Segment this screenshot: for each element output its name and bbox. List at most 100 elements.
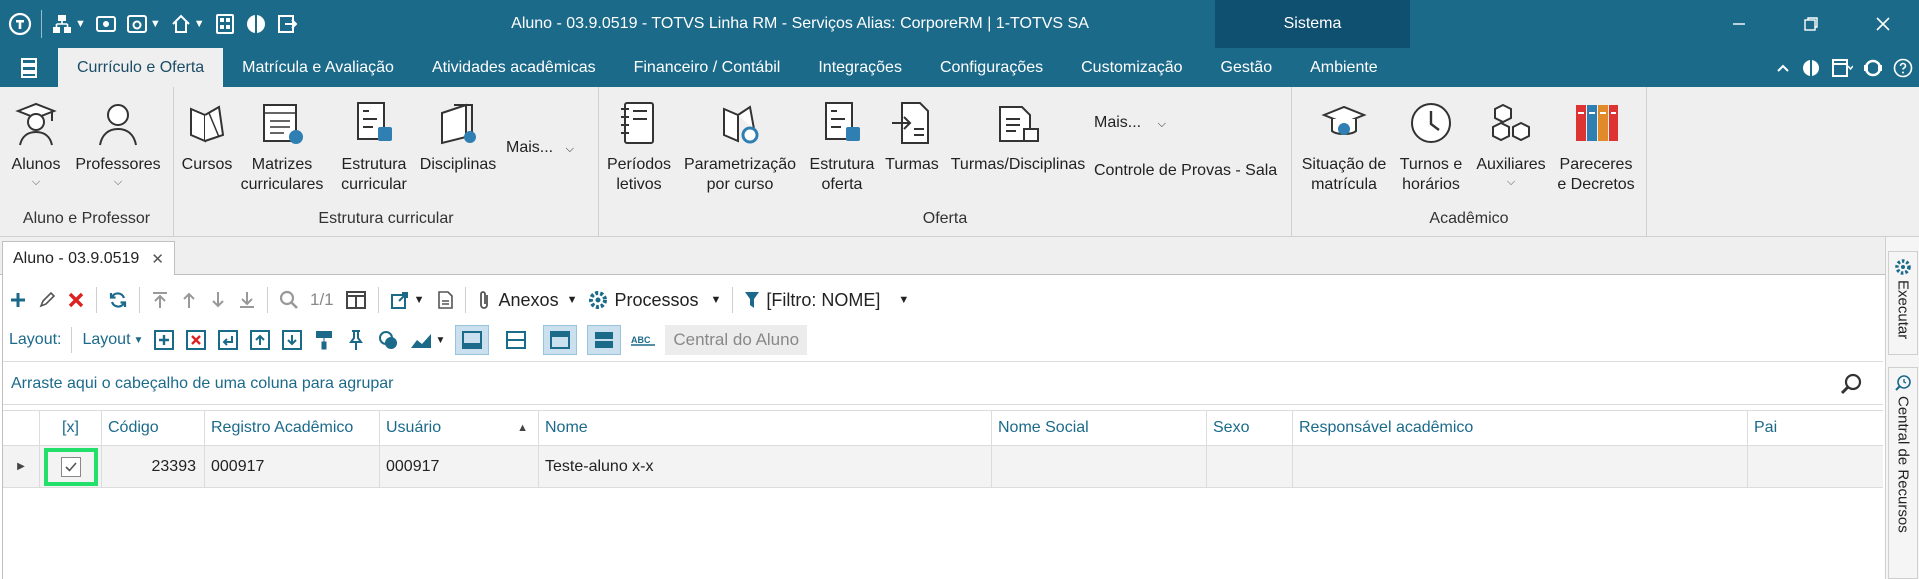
globe-icon[interactable]: [1801, 58, 1821, 78]
central-do-aluno-button[interactable]: Central do Aluno: [665, 325, 808, 355]
situacao-de-matricula-button[interactable]: Situação de matrícula: [1300, 97, 1388, 195]
tab-financeiro-contabil[interactable]: Financeiro / Contábil: [615, 48, 800, 87]
help-icon[interactable]: [1893, 58, 1913, 78]
import-layout-icon[interactable]: [281, 329, 303, 351]
first-record-icon[interactable]: [151, 290, 169, 310]
divider: [71, 327, 73, 353]
add-icon[interactable]: [9, 291, 27, 309]
previous-record-icon[interactable]: [180, 290, 198, 310]
column-header-codigo[interactable]: Código: [102, 411, 205, 445]
delete-icon[interactable]: [67, 291, 85, 309]
view-header-toggle[interactable]: [543, 325, 578, 355]
row-expand-icon[interactable]: ▶: [3, 446, 40, 487]
group-by-panel[interactable]: Arraste aqui o cabeçalho de uma coluna p…: [3, 361, 1883, 405]
controle-de-provas-sala-button[interactable]: Controle de Provas - Sala: [1094, 162, 1277, 180]
column-header-registro-academico[interactable]: Registro Acadêmico: [205, 411, 380, 445]
totvs-logo-icon[interactable]: [8, 0, 32, 48]
refresh-icon[interactable]: [108, 290, 128, 310]
calculator-icon[interactable]: [214, 0, 236, 48]
search-records-icon[interactable]: [279, 290, 299, 310]
collapse-ribbon-icon[interactable]: [1775, 60, 1791, 76]
periodos-letivos-button[interactable]: Períodos letivos: [607, 97, 671, 195]
tab-curriculo-oferta[interactable]: Currículo e Oferta: [58, 48, 224, 87]
view-footer-toggle[interactable]: [455, 325, 490, 355]
settings-window-icon[interactable]: ▼: [126, 0, 161, 48]
column-header-responsavel-academico[interactable]: Responsável acadêmico: [1293, 411, 1748, 445]
anexos-dropdown[interactable]: Anexos ▼: [477, 289, 577, 311]
minimize-button[interactable]: [1703, 0, 1775, 48]
estrutura-oferta-button[interactable]: Estrutura oferta: [807, 97, 877, 195]
view-grouped-toggle[interactable]: [587, 325, 622, 355]
turmas-button[interactable]: Turmas: [883, 97, 941, 175]
chart-dropdown[interactable]: ▼: [409, 330, 445, 350]
close-button[interactable]: [1847, 0, 1919, 48]
home-icon[interactable]: ▼: [170, 0, 205, 48]
support-icon[interactable]: [1863, 58, 1883, 78]
tab-atividades-academicas[interactable]: Atividades acadêmicas: [413, 48, 615, 87]
pareceres-e-decretos-button[interactable]: Pareceres e Decretos: [1554, 97, 1638, 195]
tab-ambiente[interactable]: Ambiente: [1291, 48, 1397, 87]
export-dropdown[interactable]: ▼: [390, 290, 425, 310]
tab-customizacao[interactable]: Customização: [1062, 48, 1201, 87]
alunos-button[interactable]: Alunos ⌵: [6, 97, 66, 189]
document-tab-aluno[interactable]: Aluno - 03.9.0519 ✕: [2, 241, 175, 275]
exit-icon[interactable]: [276, 0, 298, 48]
tab-gestao[interactable]: Gestão: [1202, 48, 1292, 87]
context-tab-sistema[interactable]: Sistema: [1215, 0, 1410, 48]
column-header-sexo[interactable]: Sexo: [1207, 411, 1293, 445]
mais-dropdown[interactable]: Mais... ⌵: [506, 139, 574, 157]
abc-text-icon[interactable]: ABC: [631, 333, 656, 347]
tab-matricula-avaliacao[interactable]: Matrícula e Avaliação: [223, 48, 413, 87]
cursos-button[interactable]: Cursos: [182, 97, 232, 175]
column-header-select[interactable]: [x]: [40, 411, 102, 445]
auxiliares-button[interactable]: Auxiliares ⌵: [1472, 97, 1550, 189]
add-layout-icon[interactable]: [153, 329, 175, 351]
estrutura-curricular-button[interactable]: Estrutura curricular: [336, 97, 412, 195]
row-checkbox-highlight[interactable]: [43, 447, 98, 486]
view-split-toggle[interactable]: [499, 325, 533, 355]
column-header-pai[interactable]: Pai: [1748, 411, 1883, 445]
executar-tab[interactable]: Executar: [1888, 251, 1918, 355]
app-menu-button[interactable]: [0, 48, 58, 87]
professores-button[interactable]: Professores ⌵: [70, 97, 166, 189]
columns-icon[interactable]: [345, 290, 367, 310]
restore-button[interactable]: [1775, 0, 1847, 48]
oferta-mais-dropdown[interactable]: Mais... ⌵: [1094, 114, 1166, 132]
hierarchy-icon[interactable]: ▼: [51, 0, 86, 48]
export-layout-icon[interactable]: [249, 329, 271, 351]
column-header-nome[interactable]: Nome: [539, 411, 992, 445]
globe-icon[interactable]: [245, 0, 267, 48]
filtro-dropdown[interactable]: [Filtro: NOME] ▼: [744, 290, 909, 311]
parametrizacao-por-curso-button[interactable]: Parametrização por curso: [683, 97, 797, 195]
central-de-recursos-tab[interactable]: Central de Recursos: [1888, 367, 1918, 579]
edit-icon[interactable]: [38, 291, 56, 309]
cell-registro-academico: 000917: [205, 446, 380, 487]
column-header-nome-social[interactable]: Nome Social: [992, 411, 1207, 445]
disciplinas-button[interactable]: Disciplinas: [418, 97, 498, 175]
layout-window-icon[interactable]: [1831, 58, 1853, 78]
tab-configuracoes[interactable]: Configurações: [921, 48, 1062, 87]
color-fill-icon[interactable]: [377, 329, 399, 351]
row-checkbox[interactable]: [60, 456, 81, 477]
pin-icon[interactable]: [345, 329, 367, 351]
report-icon[interactable]: [436, 290, 454, 310]
format-painter-icon[interactable]: [313, 329, 335, 351]
column-header-usuario[interactable]: Usuário ▲: [380, 411, 539, 445]
turmas-disciplinas-button[interactable]: Turmas/Disciplinas: [951, 97, 1085, 175]
layout-dropdown[interactable]: Layout ▼: [82, 331, 143, 349]
processos-dropdown[interactable]: Processos ▼: [588, 290, 721, 311]
turnos-e-horarios-button[interactable]: Turnos e horários: [1396, 97, 1466, 195]
next-record-icon[interactable]: [209, 290, 227, 310]
row-select-cell[interactable]: [40, 446, 102, 487]
tab-integracoes[interactable]: Integrações: [799, 48, 921, 87]
close-tab-icon[interactable]: ✕: [151, 250, 164, 268]
class-import-icon: [886, 97, 938, 149]
cell-nome-social: [992, 446, 1207, 487]
view-icon[interactable]: [95, 0, 117, 48]
remove-layout-icon[interactable]: [185, 329, 207, 351]
table-row[interactable]: ▶ 23393 000917 000917 Teste-aluno x-x: [3, 446, 1883, 488]
save-layout-icon[interactable]: [217, 329, 239, 351]
matrizes-curriculares-button[interactable]: Matrizes curriculares: [241, 97, 323, 195]
last-record-icon[interactable]: [238, 290, 256, 310]
search-icon[interactable]: [1839, 372, 1863, 396]
